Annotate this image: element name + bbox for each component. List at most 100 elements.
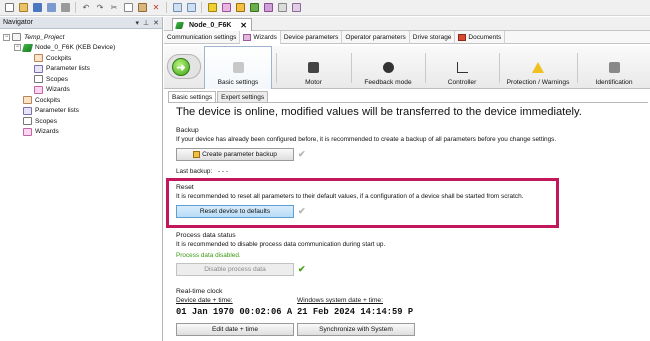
wrench-icon xyxy=(232,62,244,73)
motor-icon xyxy=(308,62,319,73)
device-icon[interactable] xyxy=(234,2,246,14)
tree-item-label: Node_0_F6K (KEB Device) xyxy=(35,44,116,52)
last-backup-row: Last backup: - - - xyxy=(176,168,228,175)
tree-item-cockpits[interactable]: Cockpits xyxy=(0,95,162,106)
wizard-step-motor[interactable]: Motor xyxy=(277,46,350,89)
tree-item-temp-project[interactable]: − Temp_Project xyxy=(0,32,162,43)
dropdown-icon[interactable]: ▾ xyxy=(136,19,140,27)
tab-wizards[interactable]: Wizards xyxy=(240,31,281,44)
save-icon[interactable] xyxy=(31,2,43,14)
save-all-icon[interactable] xyxy=(45,2,57,14)
undo-icon[interactable]: ↶ xyxy=(80,2,92,14)
wizard-step-basic-settings[interactable]: Basic settings xyxy=(204,46,272,89)
paste-icon[interactable] xyxy=(136,2,148,14)
wizard-icon xyxy=(23,127,32,136)
tree-item-wizards[interactable]: Wizards xyxy=(0,127,162,138)
settings-icon[interactable] xyxy=(290,2,302,14)
main-toolbar: ↶ ↷ ✂ ✕ xyxy=(0,0,650,16)
device-datetime-label: Device date + time: xyxy=(176,297,233,304)
project-icon xyxy=(12,33,21,42)
tree-item-device[interactable]: − Node_0_F6K (KEB Device) xyxy=(0,43,162,54)
collapse-icon[interactable]: − xyxy=(3,33,10,41)
tab-basic-settings[interactable]: Basic settings xyxy=(168,91,217,102)
reset-description: It is recommended to reset all parameter… xyxy=(176,193,524,200)
wizard-step-controller[interactable]: Controller xyxy=(426,46,498,89)
new-project-icon[interactable] xyxy=(3,2,15,14)
document-tab[interactable]: Node_0_F6K ✕ xyxy=(172,18,252,31)
wizard-step-identification[interactable]: Identification xyxy=(578,46,650,89)
parameter-list-icon xyxy=(23,106,32,115)
collapse-icon[interactable]: − xyxy=(14,44,21,52)
print-icon[interactable] xyxy=(59,2,71,14)
button-label: Synchronize with System xyxy=(319,326,393,333)
scan-icon[interactable] xyxy=(248,2,260,14)
update-icon[interactable] xyxy=(262,2,274,14)
process-data-status: Process data disabled. xyxy=(176,252,241,259)
disable-process-data-button[interactable]: Disable process data xyxy=(176,263,294,276)
grid-icon[interactable] xyxy=(276,2,288,14)
tree-item-parameter-lists[interactable]: Parameter lists xyxy=(0,106,162,117)
tab-documents[interactable]: Documents xyxy=(455,31,506,44)
disconnect-icon[interactable] xyxy=(220,2,232,14)
device-icon xyxy=(21,43,34,52)
document-icon xyxy=(458,34,467,41)
redo-icon[interactable]: ↷ xyxy=(94,2,106,14)
tab-label: Communication settings xyxy=(167,34,237,41)
device-datetime-value: 01 Jan 1970 00:02:06 A xyxy=(176,307,293,317)
reset-device-to-defaults-button[interactable]: Reset device to defaults xyxy=(176,205,294,218)
tab-label: Basic settings xyxy=(172,93,213,101)
tree-item-scopes[interactable]: Scopes xyxy=(0,116,162,127)
close-icon[interactable]: ✕ xyxy=(153,19,159,27)
tab-communication-settings[interactable]: Communication settings xyxy=(164,31,241,44)
step-label: Basic settings xyxy=(217,79,259,86)
checkmark-icon: ✔ xyxy=(298,149,306,159)
wizard-step-protection-warnings[interactable]: Protection / Warnings xyxy=(500,46,576,89)
edit-date-time-button[interactable]: Edit date + time xyxy=(176,323,294,336)
checkmark-icon: ✔ xyxy=(298,264,306,274)
scope-icon xyxy=(34,75,43,84)
arrow-right-icon: ➜ xyxy=(172,58,190,76)
toolbar-separator xyxy=(166,2,167,13)
copy-icon[interactable] xyxy=(122,2,134,14)
tree-item-label: Cockpits xyxy=(46,54,72,62)
chart-icon xyxy=(456,62,468,73)
tree-item-scopes[interactable]: Scopes xyxy=(0,74,162,85)
next-step-button[interactable]: ➜ xyxy=(167,54,201,79)
cut-icon[interactable]: ✂ xyxy=(108,2,120,14)
open-icon[interactable] xyxy=(17,2,29,14)
backup-description: If your device has already been configur… xyxy=(176,136,557,143)
button-label: Edit date + time xyxy=(212,326,258,333)
tree-item-label: Scopes xyxy=(46,75,68,83)
synchronize-with-system-button[interactable]: Synchronize with System xyxy=(297,323,415,336)
system-datetime-label: Windows system date + time: xyxy=(297,297,383,304)
tree-item-label: Cockpits xyxy=(35,96,61,104)
step-label: Controller xyxy=(447,79,477,86)
cockpit-icon xyxy=(23,96,32,105)
step-label: Protection / Warnings xyxy=(506,79,570,86)
navigator-title: Navigator xyxy=(3,19,33,26)
find-icon[interactable] xyxy=(171,2,183,14)
pin-icon[interactable]: ⊥ xyxy=(143,19,149,27)
close-icon[interactable]: ✕ xyxy=(240,21,247,30)
connect-icon[interactable] xyxy=(206,2,218,14)
tab-drive-storage[interactable]: Drive storage xyxy=(410,31,456,44)
tree-item-label: Parameter lists xyxy=(35,107,79,115)
online-status-message: The device is online, modified values wi… xyxy=(176,106,582,118)
step-label: Motor xyxy=(305,79,322,86)
tab-operator-parameters[interactable]: Operator parameters xyxy=(342,31,410,44)
tree-item-label: Parameter lists xyxy=(46,65,90,73)
toolbar-separator xyxy=(201,2,202,13)
find-next-icon[interactable] xyxy=(185,2,197,14)
wizard-step-feedback-mode[interactable]: Feedback mode xyxy=(352,46,424,89)
tree-item-cockpits[interactable]: Cockpits xyxy=(0,53,162,64)
device-icon xyxy=(175,21,184,29)
backup-section-title: Backup xyxy=(176,127,199,134)
create-parameter-backup-button[interactable]: Create parameter backup xyxy=(176,148,294,161)
delete-icon[interactable]: ✕ xyxy=(150,2,162,14)
tab-device-parameters[interactable]: Device parameters xyxy=(281,31,343,44)
tree-item-wizards[interactable]: Wizards xyxy=(0,85,162,96)
tree-item-parameter-lists[interactable]: Parameter lists xyxy=(0,64,162,75)
tab-expert-settings[interactable]: Expert settings xyxy=(217,91,269,102)
system-datetime-value: 21 Feb 2024 14:14:59 P xyxy=(297,307,414,317)
document-tab-title: Node_0_F6K xyxy=(189,21,232,29)
